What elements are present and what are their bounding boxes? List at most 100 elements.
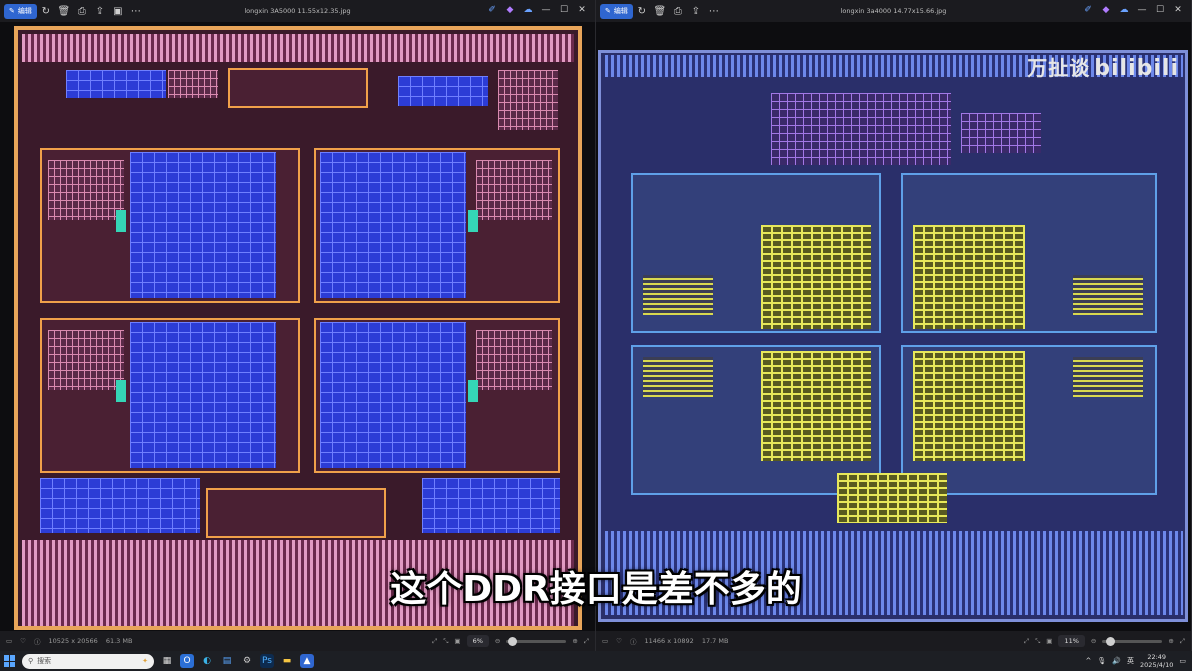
input-method[interactable]: 英: [1127, 656, 1134, 666]
draw-icon[interactable]: ✐: [485, 3, 499, 17]
print-icon[interactable]: ⎙: [669, 3, 687, 19]
io-strip-top: [22, 34, 574, 62]
l2-cache: [913, 351, 1025, 461]
notification-icon[interactable]: ▭: [1179, 657, 1186, 665]
close-icon[interactable]: ✕: [1171, 3, 1185, 17]
logic-block: [228, 68, 368, 108]
print-icon[interactable]: ⎙: [73, 3, 91, 19]
teal-block: [116, 380, 126, 402]
zoom-slider[interactable]: [506, 636, 567, 646]
heart-icon[interactable]: ♡: [616, 637, 622, 645]
rotate-icon[interactable]: ↻: [37, 3, 55, 19]
explorer-icon[interactable]: ▬: [280, 654, 294, 668]
onedrive-icon[interactable]: ☁: [521, 3, 535, 17]
die-photo-3a5000: [14, 26, 582, 630]
fit-icon[interactable]: ⤢: [432, 637, 437, 646]
zoom-slider-knob[interactable]: [1106, 636, 1116, 646]
draw-icon[interactable]: ✐: [1081, 3, 1095, 17]
cache-block: [40, 478, 200, 533]
core-logic: [643, 275, 713, 315]
system-tray: ^ 🎙 🔊 英 22:49 2025/4/10 ▭: [1086, 653, 1186, 669]
core-logic: [643, 357, 713, 397]
zoom-slider-knob[interactable]: [508, 636, 518, 646]
slideshow-icon[interactable]: ▣: [109, 3, 127, 19]
zoom-in-icon[interactable]: ⊕: [1168, 637, 1173, 645]
actual-size-icon[interactable]: ⤡: [443, 637, 448, 646]
fit-icon[interactable]: ⤢: [1024, 637, 1029, 646]
taskbar-search[interactable]: ⚲ 搜索 ✦: [22, 653, 154, 669]
screen: ✎ 编辑 ↻ 🗑 ⎙ ⇪ ▣ ⋯ longxin 3A5000 11.55x12…: [0, 0, 1192, 671]
screen-icon[interactable]: ▭: [602, 637, 608, 645]
actual-size-icon[interactable]: ⤡: [1035, 637, 1040, 646]
fullscreen-icon[interactable]: ⤢: [584, 637, 589, 646]
video-subtitle: 这个DDR接口是差不多的: [390, 569, 802, 610]
delete-icon[interactable]: 🗑: [55, 3, 73, 19]
fullscreen-icon[interactable]: ⤢: [1180, 637, 1185, 646]
watermark-text: 万扯谈: [1027, 56, 1091, 80]
viewer-statusbar: ▭ ♡ ⓘ 10525 x 20566 61.3 MB ⤢ ⤡ ▣ 6% ⊖ ⊕…: [0, 631, 595, 651]
taskbar: ⚲ 搜索 ✦ ▦ O ◐ ▤ ⚙ Ps ▬ ▲ ^ 🎙 🔊 英 22:49 20…: [0, 651, 1192, 671]
l2-cache: [913, 225, 1025, 329]
screen-fit-icon[interactable]: ▣: [1046, 637, 1052, 645]
zoom-in-icon[interactable]: ⊕: [572, 637, 577, 645]
screen-fit-icon[interactable]: ▣: [454, 637, 460, 645]
photoshop-icon[interactable]: Ps: [260, 654, 274, 668]
zoom-level[interactable]: 11%: [1058, 635, 1085, 647]
core-logic: [48, 160, 124, 220]
share-icon[interactable]: ⇪: [91, 3, 109, 19]
delete-icon[interactable]: 🗑: [651, 3, 669, 19]
start-icon[interactable]: [4, 655, 16, 667]
volume-icon[interactable]: 🔊: [1112, 657, 1121, 665]
share-icon[interactable]: ⇪: [687, 3, 705, 19]
window-controls: ✐ ◆ ☁ — ☐ ✕: [485, 3, 589, 17]
photo-viewer-left: ✎ 编辑 ↻ 🗑 ⎙ ⇪ ▣ ⋯ longxin 3A5000 11.55x12…: [0, 0, 596, 651]
close-icon[interactable]: ✕: [575, 3, 589, 17]
chevron-up-icon[interactable]: ^: [1086, 657, 1092, 665]
zoom-out-icon[interactable]: ⊖: [1091, 637, 1096, 645]
core-logic: [476, 160, 552, 220]
minimize-icon[interactable]: —: [539, 3, 553, 17]
watermark: 万扯谈 bilibili: [1027, 52, 1179, 81]
screen-icon[interactable]: ▭: [6, 637, 12, 645]
zoom-level[interactable]: 6%: [466, 635, 489, 647]
more-icon[interactable]: ⋯: [705, 3, 723, 19]
image-canvas[interactable]: 万扯谈 bilibili: [596, 22, 1191, 631]
core-logic: [1073, 357, 1143, 397]
maximize-icon[interactable]: ☐: [557, 3, 571, 17]
edit-button[interactable]: ✎ 编辑: [4, 3, 37, 19]
core-0: [631, 173, 881, 333]
l2-cache: [320, 322, 466, 468]
file-size: 17.7 MB: [701, 637, 729, 645]
l2-cache: [320, 152, 466, 298]
edit-button[interactable]: ✎ 编辑: [600, 3, 633, 19]
clock[interactable]: 22:49 2025/4/10: [1140, 653, 1173, 669]
rotate-icon[interactable]: ↻: [633, 3, 651, 19]
viewer-toolbar: ✎ 编辑 ↻ 🗑 ⎙ ⇪ ⋯ longxin 3a4000 14.77x15.6…: [596, 0, 1191, 22]
image-canvas[interactable]: [0, 22, 595, 631]
more-icon[interactable]: ⋯: [127, 3, 145, 19]
core-logic: [1073, 275, 1143, 315]
l2-cache: [761, 351, 871, 461]
microphone-icon[interactable]: 🎙: [1097, 657, 1106, 665]
store-icon[interactable]: ▤: [220, 654, 234, 668]
clock-time: 22:49: [1147, 653, 1167, 661]
maximize-icon[interactable]: ☐: [1153, 3, 1167, 17]
info-icon[interactable]: ⓘ: [630, 636, 637, 646]
image-dimensions: 11466 x 10892: [644, 637, 694, 645]
task-view-icon[interactable]: ▦: [160, 654, 174, 668]
zoom-slider[interactable]: [1102, 636, 1163, 646]
edit-label: 编辑: [17, 7, 32, 15]
outlook-icon[interactable]: O: [180, 654, 194, 668]
copilot-icon: ✦: [142, 657, 148, 665]
photos-icon[interactable]: ▲: [300, 654, 314, 668]
viewer-toolbar: ✎ 编辑 ↻ 🗑 ⎙ ⇪ ▣ ⋯ longxin 3A5000 11.55x12…: [0, 0, 595, 22]
minimize-icon[interactable]: —: [1135, 3, 1149, 17]
clipchamp-icon[interactable]: ◆: [1099, 3, 1113, 17]
info-icon[interactable]: ⓘ: [34, 636, 41, 646]
edge-icon[interactable]: ◐: [200, 654, 214, 668]
settings-icon[interactable]: ⚙: [240, 654, 254, 668]
zoom-out-icon[interactable]: ⊖: [495, 637, 500, 645]
heart-icon[interactable]: ♡: [20, 637, 26, 645]
clipchamp-icon[interactable]: ◆: [503, 3, 517, 17]
onedrive-icon[interactable]: ☁: [1117, 3, 1131, 17]
